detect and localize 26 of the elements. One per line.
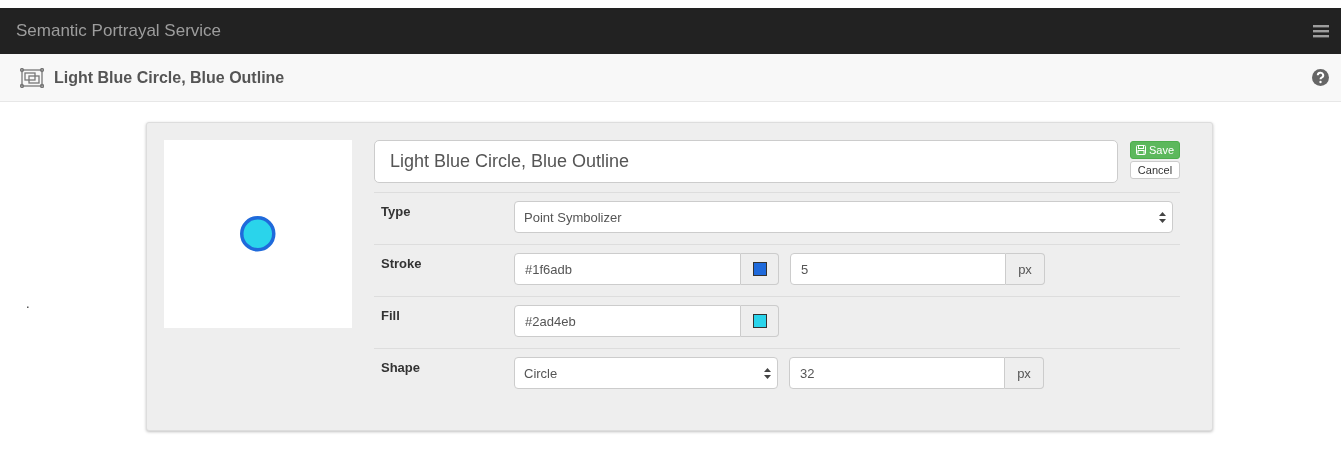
frame-icon bbox=[20, 67, 44, 88]
cancel-button[interactable]: Cancel bbox=[1129, 161, 1180, 179]
field-label: Stroke bbox=[381, 255, 423, 273]
select-field[interactable]: Circle bbox=[514, 357, 778, 389]
app-title[interactable]: Semantic Portrayal Service bbox=[16, 21, 222, 41]
size-input[interactable]: 32 bbox=[789, 357, 1005, 389]
color-picker-button[interactable] bbox=[741, 305, 779, 337]
field-label: Type bbox=[381, 203, 412, 221]
name-input[interactable]: Light Blue Circle, Blue Outline bbox=[374, 140, 1118, 183]
symbol-preview-circle bbox=[240, 216, 276, 252]
select-field[interactable]: Point Symbolizer bbox=[514, 201, 1173, 233]
unit-addon: px bbox=[1005, 357, 1044, 389]
color-input[interactable]: #1f6adb bbox=[514, 253, 741, 285]
color-input[interactable]: #2ad4eb bbox=[514, 305, 741, 337]
page-title: Light Blue Circle, Blue Outline bbox=[54, 68, 285, 87]
floppy-icon bbox=[1135, 145, 1146, 155]
updown-caret-icon bbox=[1159, 211, 1166, 223]
size-input[interactable]: 5 bbox=[790, 253, 1006, 285]
unit-addon: px bbox=[1006, 253, 1045, 285]
help-icon[interactable] bbox=[1312, 69, 1329, 86]
field-label: Shape bbox=[381, 359, 421, 377]
updown-caret-icon bbox=[764, 367, 771, 379]
stray-dot: . bbox=[25, 295, 31, 311]
menu-icon[interactable] bbox=[1313, 24, 1329, 38]
color-picker-button[interactable] bbox=[741, 253, 779, 285]
field-label: Fill bbox=[381, 307, 401, 325]
